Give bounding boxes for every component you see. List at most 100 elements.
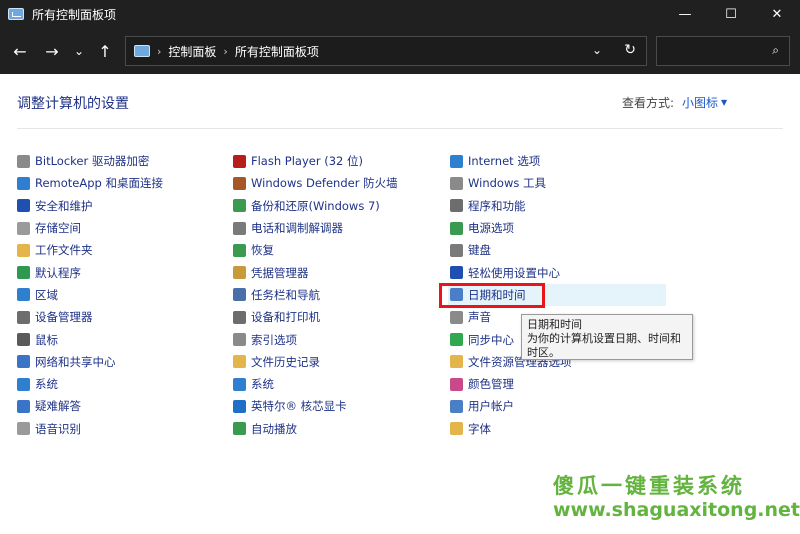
control-panel-item[interactable]: 英特尔® 核芯显卡 [233, 395, 398, 417]
window-controls: — ☐ ✕ [662, 0, 800, 28]
caret-down-icon: ▼ [721, 98, 728, 107]
control-panel-item[interactable]: 系统 [17, 373, 163, 395]
control-panel-item[interactable]: 程序和功能 [450, 195, 666, 217]
item-label: 设备和打印机 [251, 310, 320, 325]
windows-tools-icon [450, 176, 463, 190]
items-column-1: BitLocker 驱动器加密 RemoteApp 和桌面连接安全和维护存储空间工… [17, 150, 163, 440]
control-panel-item[interactable]: 工作文件夹 [17, 239, 163, 261]
recent-locations-icon[interactable]: ⌄ [68, 40, 90, 62]
header-divider [17, 128, 783, 129]
control-panel-item[interactable]: 轻松使用设置中心 [450, 261, 666, 283]
item-label: 程序和功能 [468, 198, 526, 213]
item-label: 轻松使用设置中心 [468, 265, 560, 280]
back-arrow-icon[interactable]: ← [9, 40, 31, 62]
item-label: 声音 [468, 310, 491, 325]
window-title: 所有控制面板项 [32, 7, 117, 22]
control-panel-item[interactable]: 键盘 [450, 239, 666, 261]
control-panel-item[interactable]: 电源选项 [450, 217, 666, 239]
forward-arrow-icon[interactable]: → [41, 40, 63, 62]
item-label: 任务栏和导航 [251, 287, 320, 302]
troubleshoot-icon [17, 399, 30, 413]
control-panel-item[interactable]: 系统 [233, 373, 398, 395]
item-label: 区域 [35, 287, 58, 302]
control-panel-item[interactable]: 存储空间 [17, 217, 163, 239]
title-bar: 所有控制面板项 — ☐ ✕ [0, 0, 800, 28]
item-label: 默认程序 [35, 265, 81, 280]
system-icon [233, 377, 246, 391]
tooltip: 日期和时间 为你的计算机设置日期、时间和时区。 [521, 314, 693, 360]
item-label: 凭据管理器 [251, 265, 309, 280]
breadcrumb-control-panel[interactable]: 控制面板 [168, 43, 216, 60]
item-label: 自动播放 [251, 421, 297, 436]
item-label: 索引选项 [251, 332, 297, 347]
view-by-value: 小图标 [682, 96, 719, 110]
control-panel-item[interactable]: 用户帐户 [450, 395, 666, 417]
recovery-icon [233, 243, 246, 257]
search-input[interactable] [663, 42, 763, 60]
item-label: BitLocker 驱动器加密 [35, 154, 150, 169]
control-panel-item[interactable]: 默认程序 [17, 261, 163, 283]
color-management-icon [450, 377, 463, 391]
control-panel-item[interactable]: 任务栏和导航 [233, 284, 398, 306]
item-label: 电源选项 [468, 221, 514, 236]
watermark-url: www.shaguaxitong.net [553, 499, 800, 521]
system-icon [17, 377, 30, 391]
control-panel-item[interactable]: Windows 工具 [450, 172, 666, 194]
credential-icon [233, 266, 246, 280]
item-label: 同步中心 [468, 332, 514, 347]
region-icon [17, 288, 30, 302]
ease-of-access-icon [450, 266, 463, 280]
keyboard-icon [450, 243, 463, 257]
control-panel-item[interactable]: 恢复 [233, 239, 398, 261]
control-panel-item[interactable]: 鼠标 [17, 328, 163, 350]
control-panel-item[interactable]: 颜色管理 [450, 373, 666, 395]
chevron-down-icon[interactable]: ⌄ [592, 43, 602, 57]
search-icon[interactable]: ⌕ [772, 43, 779, 58]
control-panel-item[interactable]: RemoteApp 和桌面连接 [17, 172, 163, 194]
control-panel-item[interactable]: 疑难解答 [17, 395, 163, 417]
view-by-dropdown[interactable]: 小图标 ▼ [682, 94, 727, 111]
control-panel-item[interactable]: 电话和调制解调器 [233, 217, 398, 239]
item-label: 疑难解答 [35, 399, 81, 414]
control-panel-item[interactable]: 网络和共享中心 [17, 351, 163, 373]
minimize-button[interactable]: — [662, 0, 708, 28]
work-folder-icon [17, 243, 30, 257]
control-panel-item[interactable]: 语音识别 [17, 418, 163, 440]
control-panel-item[interactable]: BitLocker 驱动器加密 [17, 150, 163, 172]
remoteapp-icon [17, 176, 30, 190]
control-panel-item[interactable]: 设备管理器 [17, 306, 163, 328]
autoplay-icon [233, 422, 246, 436]
address-bar[interactable]: › 控制面板 › 所有控制面板项 ⌄ ↻ [125, 36, 647, 66]
flash-icon [233, 154, 246, 168]
control-panel-item[interactable]: 字体 [450, 418, 666, 440]
control-panel-item[interactable]: 文件历史记录 [233, 351, 398, 373]
item-label: 系统 [35, 377, 58, 392]
breadcrumb-all-items[interactable]: 所有控制面板项 [235, 43, 319, 60]
control-panel-item[interactable]: 凭据管理器 [233, 261, 398, 283]
up-arrow-icon[interactable]: ↑ [94, 40, 116, 62]
control-panel-item[interactable]: 索引选项 [233, 328, 398, 350]
control-panel-item[interactable]: Windows Defender 防火墙 [233, 172, 398, 194]
intel-graphics-icon [233, 399, 246, 413]
maximize-button[interactable]: ☐ [708, 0, 754, 28]
control-panel-item[interactable]: Internet 选项 [450, 150, 666, 172]
control-panel-item[interactable]: 设备和打印机 [233, 306, 398, 328]
control-panel-item[interactable]: 备份和还原(Windows 7) [233, 195, 398, 217]
control-panel-item[interactable]: 自动播放 [233, 418, 398, 440]
backup-icon [233, 199, 246, 213]
control-panel-item[interactable]: Flash Player (32 位) [233, 150, 398, 172]
security-flag-icon [17, 199, 30, 213]
sync-icon [450, 333, 463, 347]
item-label: 恢复 [251, 243, 274, 258]
fonts-icon [450, 422, 463, 436]
item-label: Windows 工具 [468, 176, 546, 191]
watermark-title: 傻瓜一键重装系统 [553, 474, 745, 498]
taskbar-icon [233, 288, 246, 302]
device-manager-icon [17, 310, 30, 324]
close-button[interactable]: ✕ [754, 0, 800, 28]
refresh-icon[interactable]: ↻ [624, 42, 636, 58]
control-panel-item[interactable]: 安全和维护 [17, 195, 163, 217]
search-box[interactable]: ⌕ [656, 36, 790, 66]
item-label: 安全和维护 [35, 198, 93, 213]
control-panel-item[interactable]: 区域 [17, 284, 163, 306]
